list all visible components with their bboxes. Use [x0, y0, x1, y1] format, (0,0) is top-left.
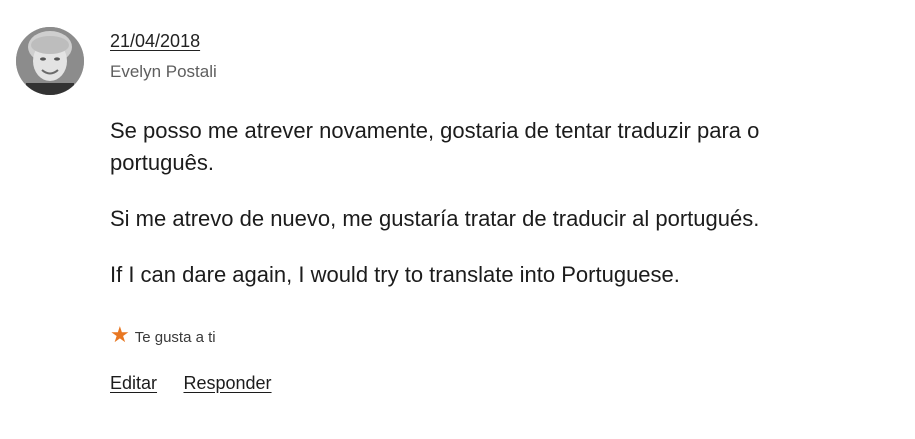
comment-meta: 21/04/2018 Evelyn Postali [110, 29, 217, 83]
avatar[interactable] [16, 27, 84, 95]
edit-link[interactable]: Editar [110, 373, 157, 393]
reply-link[interactable]: Responder [183, 373, 271, 393]
comment-body: Se posso me atrever novamente, gostaria … [110, 115, 850, 315]
comment-actions: Editar Responder [110, 373, 294, 394]
comment-paragraph-es: Si me atrevo de nuevo, me gustaría trata… [110, 206, 760, 231]
like-text: Te gusta a ti [134, 329, 216, 346]
comment-author: Evelyn Postali [110, 62, 217, 81]
like-status[interactable]: ★ Te gusta a ti [110, 323, 216, 346]
comment-paragraph-en: If I can dare again, I would try to tran… [110, 262, 680, 287]
avatar-image [16, 27, 84, 95]
comment-date-link[interactable]: 21/04/2018 [110, 29, 217, 53]
comment-paragraph-pt: Se posso me atrever novamente, gostaria … [110, 118, 760, 175]
comment: 21/04/2018 Evelyn Postali Se posso me at… [0, 0, 915, 439]
star-icon[interactable]: ★ [110, 323, 130, 346]
